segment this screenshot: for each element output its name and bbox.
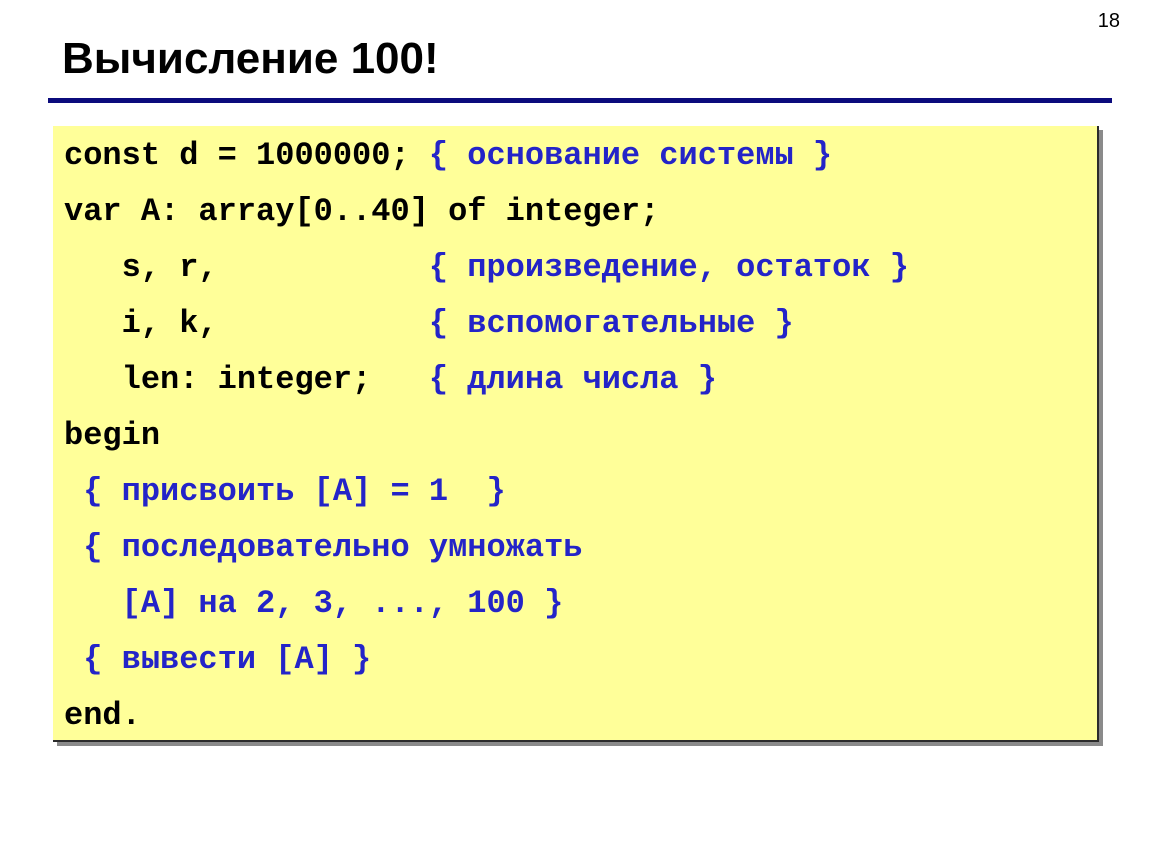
slide-title: Вычисление 100! [62, 34, 439, 83]
code-line: i, k, { вспомогательные } [64, 304, 794, 344]
code-comment: { последовательно умножать [83, 529, 583, 566]
code-line: const d = 1000000; { основание системы } [64, 136, 832, 176]
code-text: const d = 1000000; [64, 137, 429, 174]
code-line: [A] на 2, 3, ..., 100 } [64, 584, 564, 624]
code-comment: { присвоить [A] = 1 } [83, 473, 506, 510]
code-comment: [A] на 2, 3, ..., 100 } [121, 585, 564, 622]
code-line: var A: array[0..40] of integer; [64, 192, 659, 232]
code-text: len: integer; [64, 361, 429, 398]
code-line: begin [64, 416, 160, 456]
code-line: { последовательно умножать [64, 528, 582, 568]
code-text: var A: array[0..40] of integer; [64, 193, 660, 230]
code-text: begin [64, 417, 161, 454]
code-line: { вывести [A] } [64, 640, 371, 680]
code-line: len: integer; { длина числа } [64, 360, 717, 400]
code-text: s, r, [64, 249, 429, 286]
code-comment: { произведение, остаток } [428, 249, 909, 286]
code-text: end. [64, 697, 141, 734]
code-comment: { вывести [A] } [83, 641, 372, 678]
code-comment: { вспомогательные } [428, 305, 794, 342]
code-line: { присвоить [A] = 1 } [64, 472, 506, 512]
code-line: end. [64, 696, 141, 736]
code-line: s, r, { произведение, остаток } [64, 248, 909, 288]
code-box: const d = 1000000; { основание системы }… [53, 126, 1099, 742]
code-text: i, k, [64, 305, 429, 342]
title-rule [48, 98, 1112, 103]
code-comment: { длина числа } [428, 361, 717, 398]
code-comment: { основание системы } [428, 137, 833, 174]
page-number: 18 [1097, 10, 1120, 32]
